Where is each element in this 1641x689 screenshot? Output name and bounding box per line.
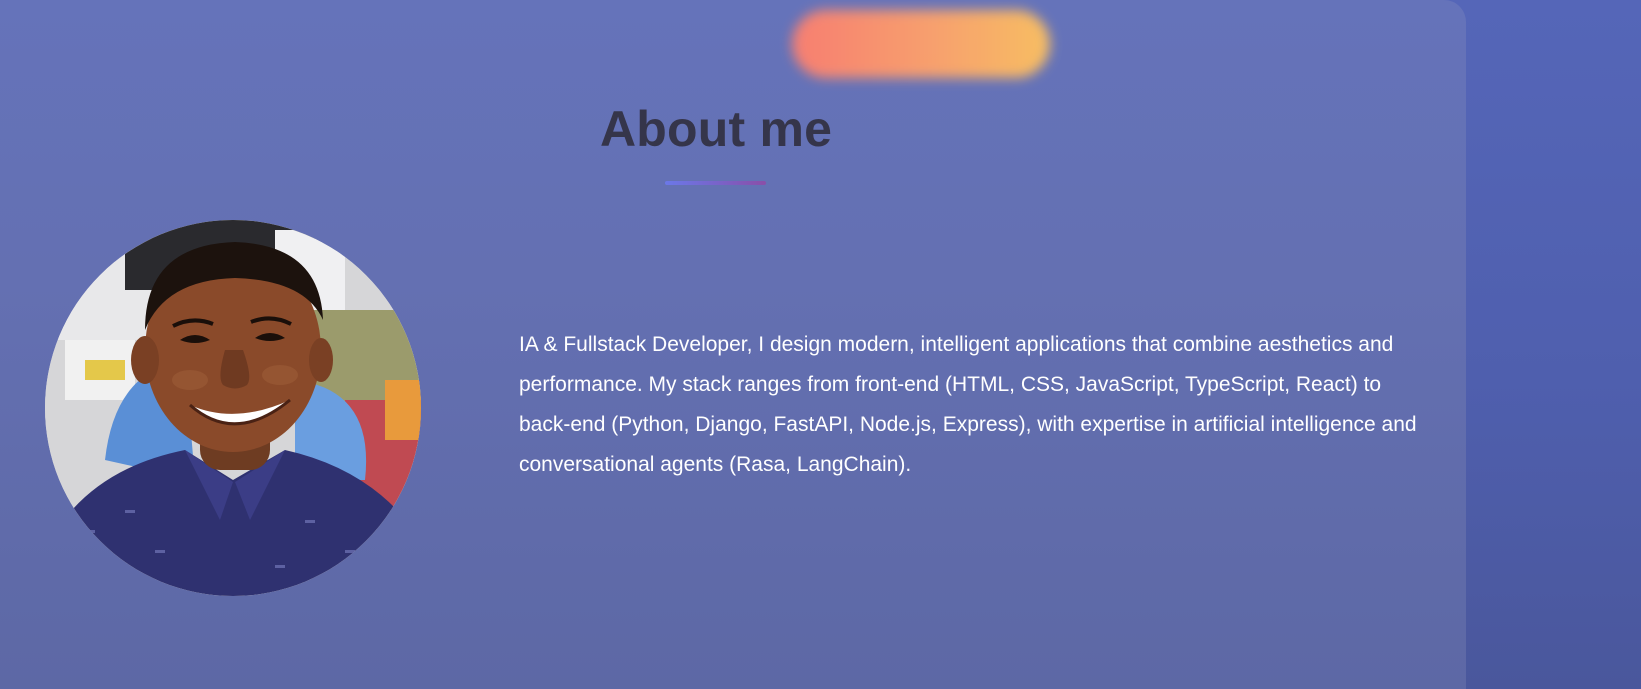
title-underline	[665, 181, 766, 185]
profile-photo	[45, 220, 421, 596]
about-section: About me IA & Fullstack Developer, I des…	[0, 0, 1466, 689]
section-title: About me	[600, 101, 833, 157]
about-bio-text: IA & Fullstack Developer, I design moder…	[519, 333, 1417, 476]
decorative-gradient-blob	[792, 10, 1050, 78]
